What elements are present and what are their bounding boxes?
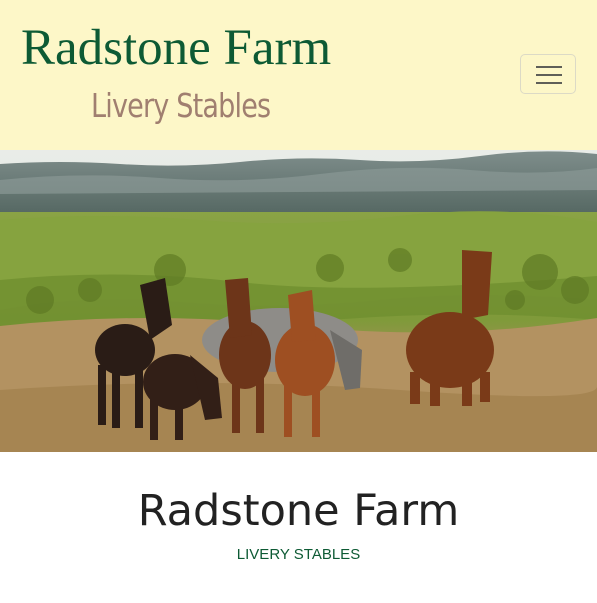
- intro-subtitle: LIVERY STABLES: [236, 546, 361, 563]
- hamburger-menu-icon: [536, 66, 562, 84]
- intro-section: Radstone Farm LIVERY STABLES: [0, 452, 597, 603]
- brand-subtitle: Livery Stables: [91, 86, 271, 125]
- menu-toggle-button[interactable]: [520, 54, 576, 94]
- brand-title[interactable]: Radstone Farm: [21, 18, 331, 78]
- intro-title: Radstone Farm: [137, 486, 460, 536]
- site-header: Radstone Farm Livery Stables: [0, 0, 597, 150]
- horses-photo: [0, 150, 597, 452]
- hero-image: [0, 150, 597, 452]
